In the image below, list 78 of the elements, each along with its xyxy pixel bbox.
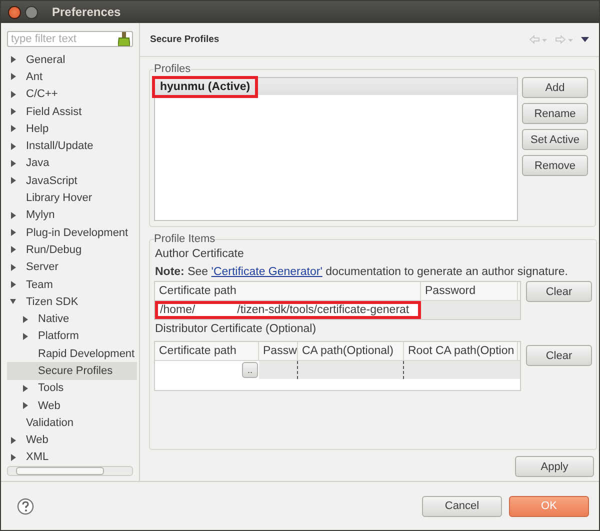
section-heading: Distributor Certificate (Optional) [155,323,318,335]
clear-button[interactable]: Clear [526,345,592,366]
tree-item[interactable]: Tizen SDK [7,293,137,310]
tree-item[interactable]: Plug-in Development [7,224,137,242]
tree-item[interactable]: Java [7,154,137,172]
profile-button[interactable]: Set Active [522,129,588,150]
filter-field[interactable]: type filter text [7,31,133,47]
collapsed-arrow-icon[interactable] [22,316,28,323]
section-heading: Author Certificate [155,248,245,260]
tree-item[interactable]: Install/Update [7,137,137,155]
tree-item[interactable]: General [7,51,137,68]
tree-item[interactable]: XML [7,448,137,466]
column-header[interactable]: Password [421,282,518,300]
collapsed-arrow-icon[interactable] [10,229,16,236]
page-title: Secure Profiles [150,34,220,45]
column-header[interactable]: Passw [259,342,298,360]
profile-button[interactable]: Rename [522,103,588,124]
clear-button[interactable]: Clear [526,281,592,302]
collapsed-arrow-icon[interactable] [10,73,16,80]
help-icon[interactable] [17,498,34,514]
collapsed-arrow-icon[interactable] [10,108,16,116]
tree-item[interactable]: Validation [7,414,137,432]
profile-name: hyunmu (Active) [152,76,258,98]
profile-item[interactable]: hyunmu (Active) [155,78,517,95]
expanded-arrow-icon[interactable] [10,298,16,306]
tree-item[interactable]: C/C++ [7,86,137,103]
collapsed-arrow-icon[interactable] [10,56,16,64]
apply-button[interactable]: Apply [515,456,594,477]
tree-item[interactable]: Library Hover [7,189,137,207]
collapsed-arrow-icon[interactable] [10,177,16,184]
collapsed-arrow-icon[interactable] [10,142,16,150]
group-label: Profiles [154,63,191,75]
window-title: Preferences [52,5,121,19]
certificate-generator-link[interactable]: 'Certificate Generator' [211,266,322,278]
tree-item[interactable]: Tools [7,380,137,397]
column-header[interactable]: Root CA path(Option [404,342,518,360]
group-label: Profile Items [154,233,216,245]
column-header[interactable]: Certificate path [155,282,421,300]
collapsed-arrow-icon[interactable] [22,384,28,392]
column-header[interactable]: CA path(Optional) [298,342,404,360]
certificate-path-cell[interactable]: /home/ /tizen-sdk/tools/certificate-generat [155,301,421,319]
collapsed-arrow-icon[interactable] [10,246,16,254]
tree-item[interactable]: Web [7,396,137,414]
minimize-icon[interactable] [25,6,38,18]
tree-item[interactable]: Team [7,276,137,294]
profile-button[interactable]: Add [522,77,588,98]
column-header[interactable]: Certificate path [155,342,259,360]
profile-list[interactable]: hyunmu (Active) [154,77,518,221]
collapsed-arrow-icon[interactable] [10,454,16,461]
collapsed-arrow-icon[interactable] [10,281,16,288]
tree-item[interactable]: Mylyn [7,206,137,224]
cancel-button[interactable]: Cancel [422,496,502,516]
close-icon[interactable] [8,6,21,18]
collapsed-arrow-icon[interactable] [22,332,28,340]
tree-item[interactable]: Help [7,120,137,138]
collapsed-arrow-icon[interactable] [10,90,16,98]
collapsed-arrow-icon[interactable] [10,212,16,219]
tree-item[interactable]: Native [7,310,137,328]
collapsed-arrow-icon[interactable] [10,160,16,167]
menu-icon[interactable] [581,37,589,42]
tree-item[interactable]: JavaScript [7,172,137,190]
broom-icon[interactable] [118,32,130,46]
tree-item[interactable]: Server [7,258,137,276]
collapsed-arrow-icon[interactable] [10,436,16,444]
profile-button[interactable]: Remove [522,155,588,176]
horizontal-scrollbar[interactable] [7,466,133,476]
collapsed-arrow-icon[interactable] [10,125,16,132]
tree-item[interactable]: Rapid Development [7,345,137,362]
tree-item[interactable]: Ant [7,68,137,86]
tree-item[interactable]: Web [7,432,137,449]
tree-item[interactable]: Secure Profiles [7,362,137,380]
tree-item[interactable]: Field Assist [7,102,137,120]
collapsed-arrow-icon[interactable] [10,264,16,271]
note-text: Note: See 'Certificate Generator' documentation to generate an author signature. [155,266,569,278]
tree-item[interactable]: Platform [7,328,137,346]
browse-button[interactable]: .. [242,362,258,378]
tree-item[interactable]: Run/Debug [7,241,137,259]
collapsed-arrow-icon[interactable] [22,402,28,410]
